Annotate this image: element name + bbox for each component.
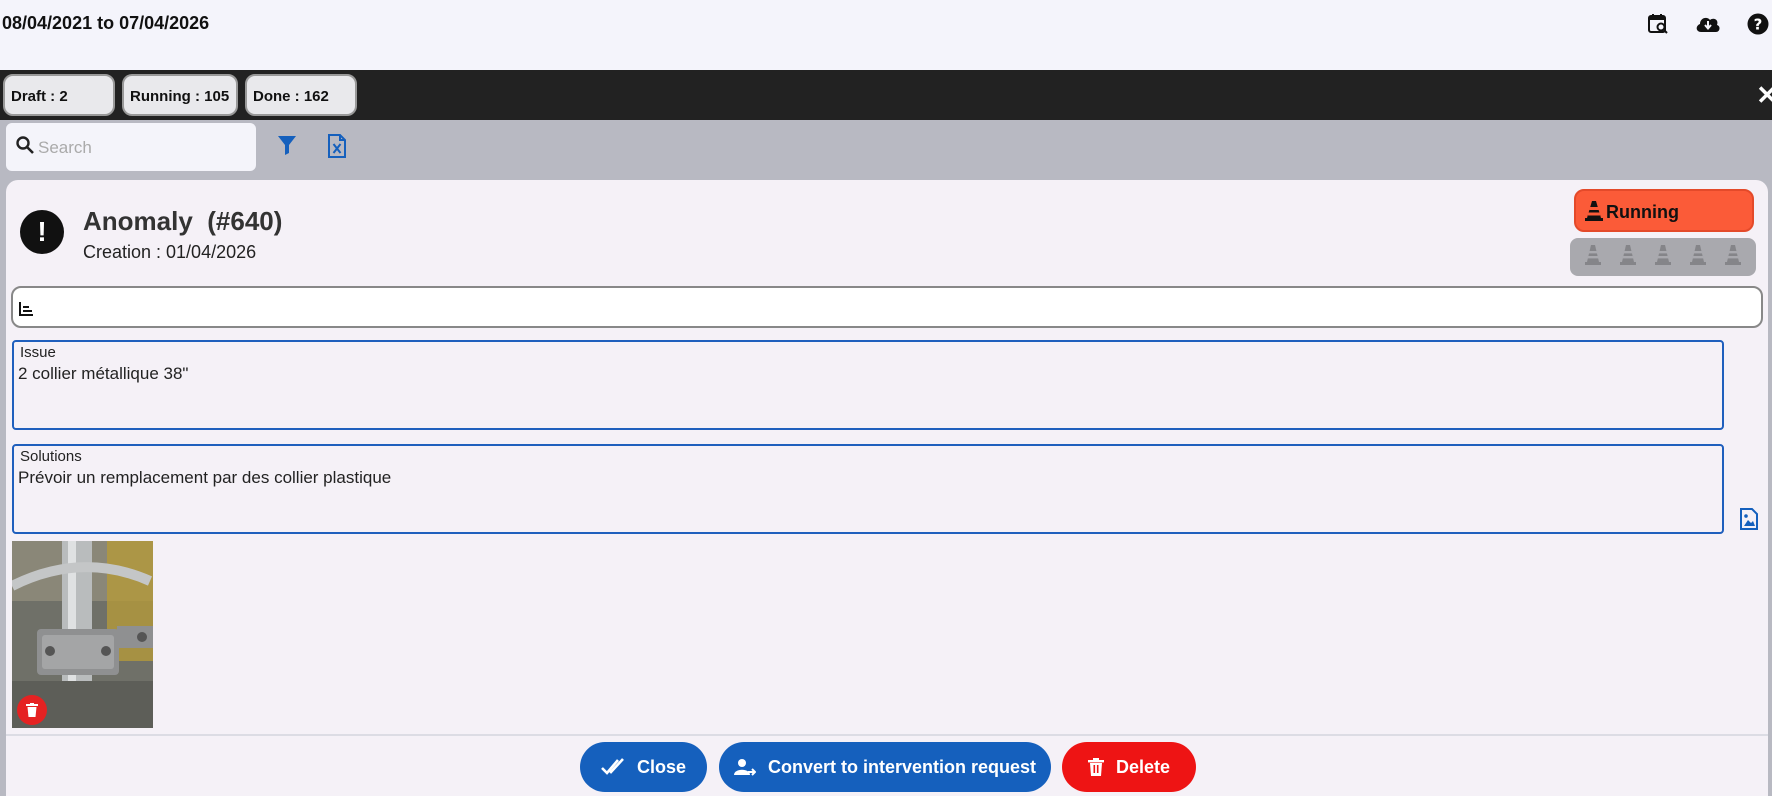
status-button[interactable]: Running bbox=[1574, 189, 1754, 232]
traffic-cone-icon[interactable] bbox=[1619, 243, 1637, 272]
issue-label: Issue bbox=[20, 344, 56, 361]
tab-done[interactable]: Done : 162 bbox=[245, 74, 357, 116]
creation-date: Creation : 01/04/2026 bbox=[83, 242, 257, 262]
status-steps bbox=[1570, 238, 1756, 276]
record-title: Anomaly (#640) bbox=[83, 206, 282, 237]
traffic-cone-icon[interactable] bbox=[1654, 243, 1672, 272]
tab-draft-label: Draft : 2 bbox=[11, 88, 68, 105]
delete-attachment-button[interactable] bbox=[17, 695, 47, 725]
convert-to-intervention-button[interactable]: Convert to intervention request bbox=[719, 742, 1051, 792]
search-input[interactable]: Search bbox=[6, 123, 256, 171]
top-header: 08/04/2021 to 07/04/2026 ? bbox=[0, 0, 1772, 70]
cloud-download-icon[interactable] bbox=[1694, 10, 1722, 38]
tab-running[interactable]: Running : 105 bbox=[122, 74, 238, 116]
search-placeholder: Search bbox=[38, 138, 92, 157]
double-check-icon bbox=[601, 758, 624, 775]
solutions-label: Solutions bbox=[20, 448, 82, 465]
footer-divider bbox=[6, 734, 1768, 736]
anomaly-card: ! Anomaly (#640) Creation : 01/04/2026 R… bbox=[6, 180, 1768, 796]
close-button[interactable]: Close bbox=[580, 742, 707, 792]
tab-draft[interactable]: Draft : 2 bbox=[3, 74, 115, 116]
svg-text:?: ? bbox=[1754, 16, 1763, 34]
asset-hierarchy-field[interactable] bbox=[11, 286, 1763, 328]
trash-icon bbox=[1087, 758, 1104, 776]
close-button-label: Close bbox=[636, 756, 687, 777]
status-label: Running bbox=[1606, 202, 1679, 222]
user-arrow-icon bbox=[733, 759, 756, 776]
filter-icon[interactable] bbox=[277, 134, 297, 161]
issue-field[interactable]: Issue 2 collier métallique 38" bbox=[12, 340, 1724, 430]
date-range[interactable]: 08/04/2021 to 07/04/2026 bbox=[2, 13, 209, 34]
traffic-cone-icon[interactable] bbox=[1724, 243, 1742, 272]
traffic-cone-icon bbox=[1585, 200, 1603, 227]
header-actions: ? bbox=[1644, 10, 1772, 38]
search-icon bbox=[15, 135, 35, 160]
record-type: Anomaly bbox=[83, 206, 193, 236]
add-image-icon[interactable] bbox=[1740, 508, 1758, 535]
tab-done-label: Done : 162 bbox=[253, 88, 329, 105]
issue-value: 2 collier métallique 38" bbox=[18, 364, 189, 383]
help-icon[interactable]: ? bbox=[1744, 10, 1772, 38]
traffic-cone-icon[interactable] bbox=[1584, 243, 1602, 272]
solutions-value: Prévoir un remplacement par des collier … bbox=[18, 468, 392, 487]
hierarchy-icon bbox=[18, 301, 34, 322]
tab-running-label: Running : 105 bbox=[130, 88, 230, 105]
delete-button-label: Delete bbox=[1115, 756, 1171, 777]
convert-button-label: Convert to intervention request bbox=[767, 756, 1037, 777]
trash-icon bbox=[26, 703, 38, 717]
excel-export-icon[interactable] bbox=[327, 134, 347, 163]
attachment-thumbnail[interactable] bbox=[12, 541, 153, 728]
solutions-field[interactable]: Solutions Prévoir un remplacement par de… bbox=[12, 444, 1724, 534]
delete-button[interactable]: Delete bbox=[1062, 742, 1196, 792]
record-number: (#640) bbox=[207, 206, 283, 236]
status-tab-bar: Draft : 2 Running : 105 Done : 162 ✕ bbox=[0, 70, 1772, 120]
calendar-search-icon[interactable] bbox=[1644, 10, 1672, 38]
close-panel-icon[interactable]: ✕ bbox=[1756, 80, 1772, 111]
traffic-cone-icon[interactable] bbox=[1689, 243, 1707, 272]
alert-icon: ! bbox=[20, 210, 64, 254]
